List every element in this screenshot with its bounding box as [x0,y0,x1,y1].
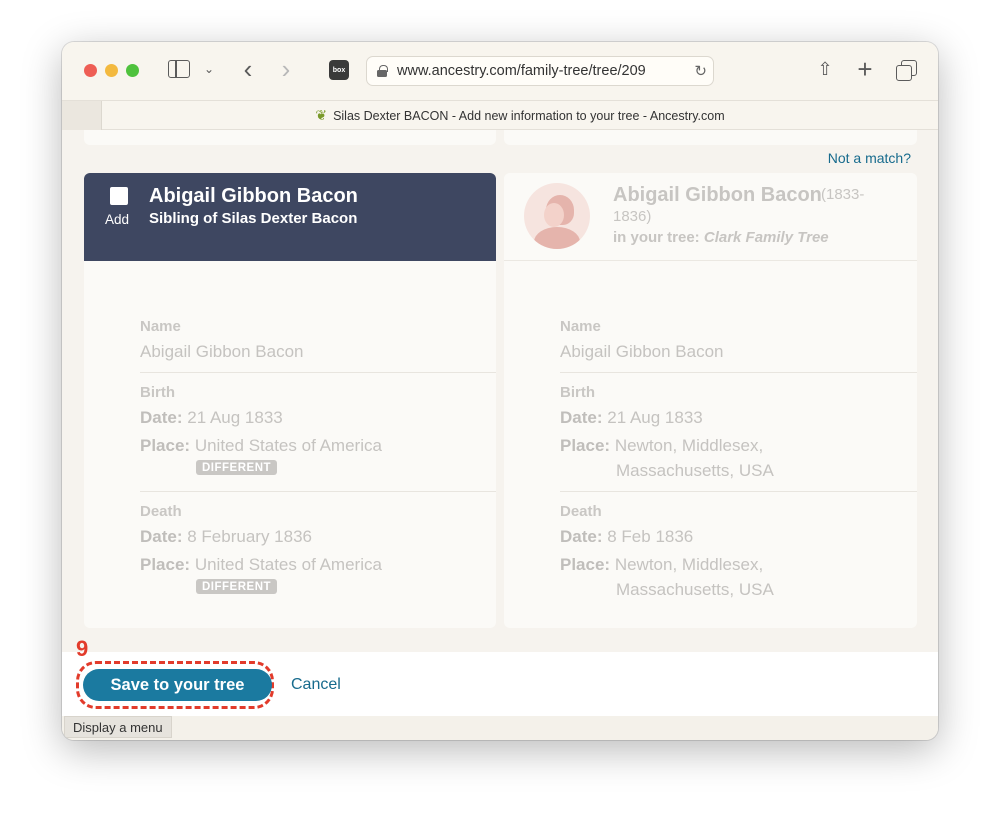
cancel-link[interactable]: Cancel [291,676,341,694]
divider [560,491,917,492]
tab-overview-icon[interactable] [896,60,917,81]
death-place-label: Place: [140,555,191,574]
not-a-match-link[interactable]: Not a match? [828,150,911,166]
tree-name: Clark Family Tree [703,229,829,246]
existing-person-header: Abigail Gibbon Bacon (1833- 1836) in you… [504,173,917,261]
birth-date-label: Date: [140,408,183,427]
name-value: Abigail Gibbon Bacon [560,342,724,361]
existing-person-years: (1833- [821,186,865,203]
new-tab-icon[interactable]: + [854,54,876,84]
person-relation: Sibling of Silas Dexter Bacon [149,210,358,227]
death-date-row: Date: 8 Feb 1836 [560,527,693,547]
forward-arrow-icon[interactable]: › [276,54,296,84]
death-place-value-line2: Massachusetts, USA [616,580,774,599]
death-date-row: Date: 8 February 1836 [140,527,312,547]
death-date-label: Date: [140,527,183,546]
active-tab[interactable]: ❦ Silas Dexter BACON - Add new informati… [102,101,938,130]
person-name: Abigail Gibbon Bacon [149,185,358,207]
birth-place-value: Newton, Middlesex, [614,436,764,455]
birth-date-label: Date: [560,408,603,427]
death-place-value: United States of America [194,555,382,574]
reload-icon[interactable]: ↻ [691,62,707,80]
name-section-label: Name [140,318,181,335]
death-section-label: Death [140,503,182,520]
death-different-badge: DIFFERENT [196,579,278,594]
address-bar[interactable]: www.ancestry.com/family-tree/tree/209 ↻ [366,56,714,86]
death-place-value: Newton, Middlesex, [614,555,764,574]
existing-person-tree: in your tree: Clark Family Tree [613,229,829,246]
fullscreen-window-button[interactable] [126,64,139,77]
birth-place-value: United States of America [194,436,382,455]
status-tooltip: Display a menu [64,716,172,738]
browser-window: ⌄ ‹ › box www.ancestry.com/family-tree/t… [62,42,938,740]
birth-place-row: Place: Newton, Middlesex, Massachusetts, … [560,436,774,480]
pinned-tab-apple[interactable] [62,101,102,130]
share-icon[interactable]: ⇧ [814,56,836,82]
death-date-value: 8 February 1836 [187,527,312,546]
divider [140,491,496,492]
death-date-label: Date: [560,527,603,546]
url-text: www.ancestry.com/family-tree/tree/209 [397,63,646,79]
divider [560,372,917,373]
action-footer: 9 Save to your tree Cancel [62,636,938,716]
add-label: Add [105,212,130,227]
existing-person-card: Abigail Gibbon Bacon (1833- 1836) in you… [504,173,917,628]
page-content: Not a match? Add Abigail Gibbon Bacon Si… [62,130,938,652]
birth-date-value: 21 Aug 1833 [187,408,283,427]
browser-toolbar: ⌄ ‹ › box www.ancestry.com/family-tree/t… [62,42,938,100]
name-value: Abigail Gibbon Bacon [140,342,304,361]
back-arrow-icon[interactable]: ‹ [238,54,258,84]
birth-place-label: Place: [140,436,191,455]
birth-date-value: 21 Aug 1833 [607,408,703,427]
box-extension-icon[interactable]: box [329,60,349,80]
birth-place-row: Place: United States of America [140,436,382,456]
tab-title: Silas Dexter BACON - Add new information… [333,108,725,123]
minimize-window-button[interactable] [105,64,118,77]
birth-date-row: Date: 21 Aug 1833 [560,408,703,428]
death-place-row: Place: Newton, Middlesex, Massachusetts, … [560,555,774,599]
divider [140,372,496,373]
new-person-card: Add Abigail Gibbon Bacon Sibling of Sila… [84,173,496,628]
birth-different-badge: DIFFERENT [196,460,278,475]
birth-place-value-line2: Massachusetts, USA [616,461,774,480]
new-person-header: Add Abigail Gibbon Bacon Sibling of Sila… [84,173,496,261]
save-to-tree-button[interactable]: Save to your tree [83,669,272,701]
death-section-label: Death [560,503,602,520]
birth-date-row: Date: 21 Aug 1833 [140,408,283,428]
birth-place-label: Place: [560,436,611,455]
existing-person-name[interactable]: Abigail Gibbon Bacon [613,184,822,207]
step-number: 9 [76,636,89,661]
death-place-label: Place: [560,555,611,574]
death-date-value: 8 Feb 1836 [607,527,694,546]
close-window-button[interactable] [84,64,97,77]
in-tree-label: in your tree: [613,229,700,246]
add-checkbox[interactable] [110,187,128,205]
birth-section-label: Birth [140,384,175,401]
death-place-row: Place: United States of America [140,555,382,575]
lock-icon [377,65,388,77]
previous-card-stub-right [504,130,917,145]
avatar [524,183,590,249]
tab-bar: ❦ Silas Dexter BACON - Add new informati… [62,100,938,130]
existing-person-years-end: 1836) [613,208,652,225]
ancestry-leaf-icon: ❦ [315,107,328,123]
status-bar: Display a menu [62,716,938,740]
chevron-down-icon[interactable]: ⌄ [202,60,216,78]
sidebar-toggle-icon[interactable] [168,60,190,78]
name-section-label: Name [560,318,601,335]
previous-card-stub-left [84,130,496,145]
birth-section-label: Birth [560,384,595,401]
